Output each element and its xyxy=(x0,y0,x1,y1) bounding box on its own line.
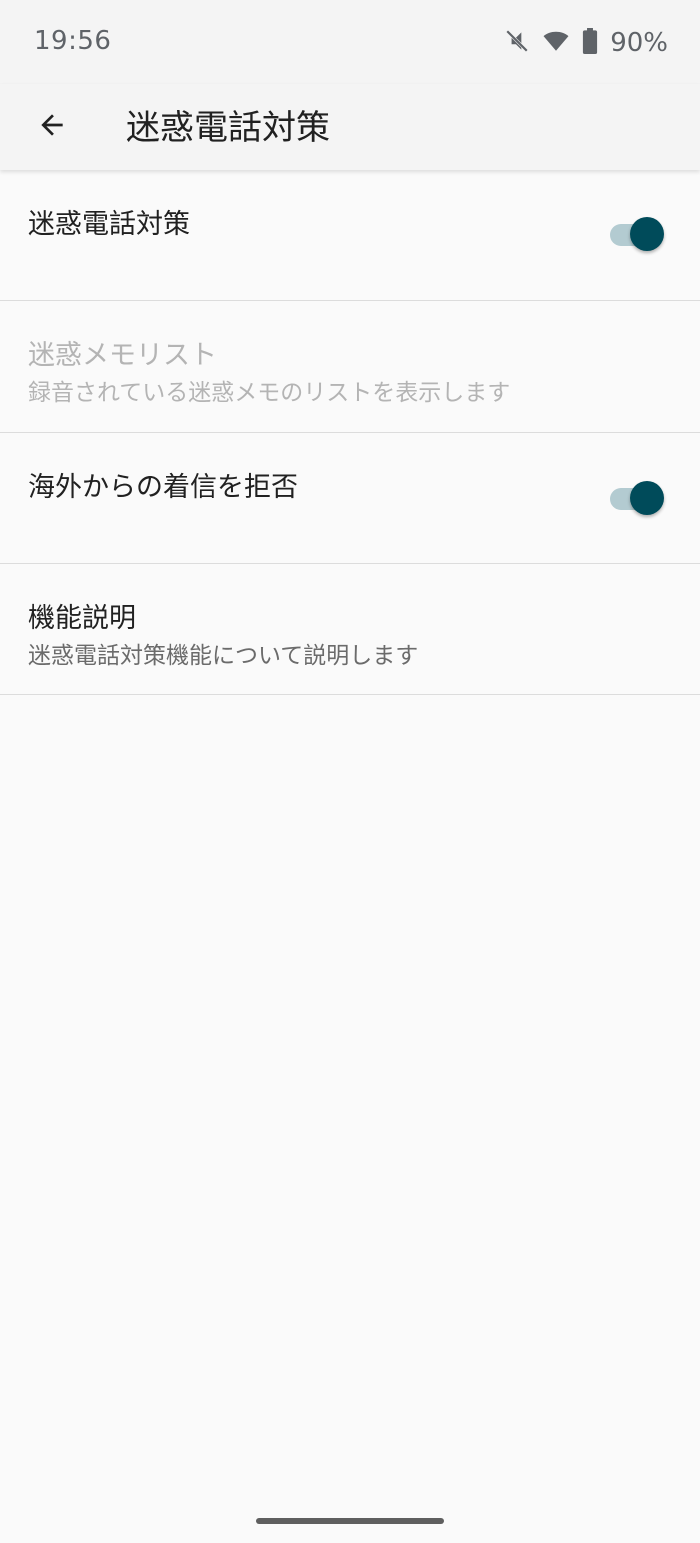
list-item-feature-description[interactable]: 機能説明 迷惑電話対策機能について説明します xyxy=(0,564,700,695)
status-icons: 90% xyxy=(504,26,668,60)
list-item-reject-overseas-calls[interactable]: 海外からの着信を拒否 xyxy=(0,433,700,564)
settings-list: 迷惑電話対策 迷惑メモリスト 録音されている迷惑メモのリストを表示します 海外か… xyxy=(0,170,700,695)
list-item-spam-protection[interactable]: 迷惑電話対策 xyxy=(0,170,700,301)
list-item-spam-memo-list: 迷惑メモリスト 録音されている迷惑メモのリストを表示します xyxy=(0,301,700,433)
item-summary: 録音されている迷惑メモのリストを表示します xyxy=(28,380,511,406)
spam-protection-switch[interactable] xyxy=(608,214,666,254)
arrow-back-icon xyxy=(36,109,68,145)
item-title: 機能説明 xyxy=(28,603,136,634)
app-bar: 迷惑電話対策 xyxy=(0,84,700,170)
item-title: 迷惑メモリスト xyxy=(28,340,217,371)
item-title: 迷惑電話対策 xyxy=(28,209,190,240)
status-time: 19:56 xyxy=(34,26,112,56)
switch-thumb xyxy=(630,217,664,251)
status-bar: 19:56 90% xyxy=(0,0,700,84)
mute-icon xyxy=(504,28,530,58)
back-button[interactable] xyxy=(22,97,82,157)
item-title: 海外からの着信を拒否 xyxy=(28,472,298,503)
navigation-handle[interactable] xyxy=(256,1518,444,1524)
page-title: 迷惑電話対策 xyxy=(126,108,330,148)
battery-percent: 90% xyxy=(610,28,668,58)
switch-thumb xyxy=(630,481,664,515)
wifi-icon xyxy=(542,28,570,58)
reject-overseas-switch[interactable] xyxy=(608,478,666,518)
battery-icon xyxy=(582,28,598,58)
item-summary: 迷惑電話対策機能について説明します xyxy=(28,643,419,669)
